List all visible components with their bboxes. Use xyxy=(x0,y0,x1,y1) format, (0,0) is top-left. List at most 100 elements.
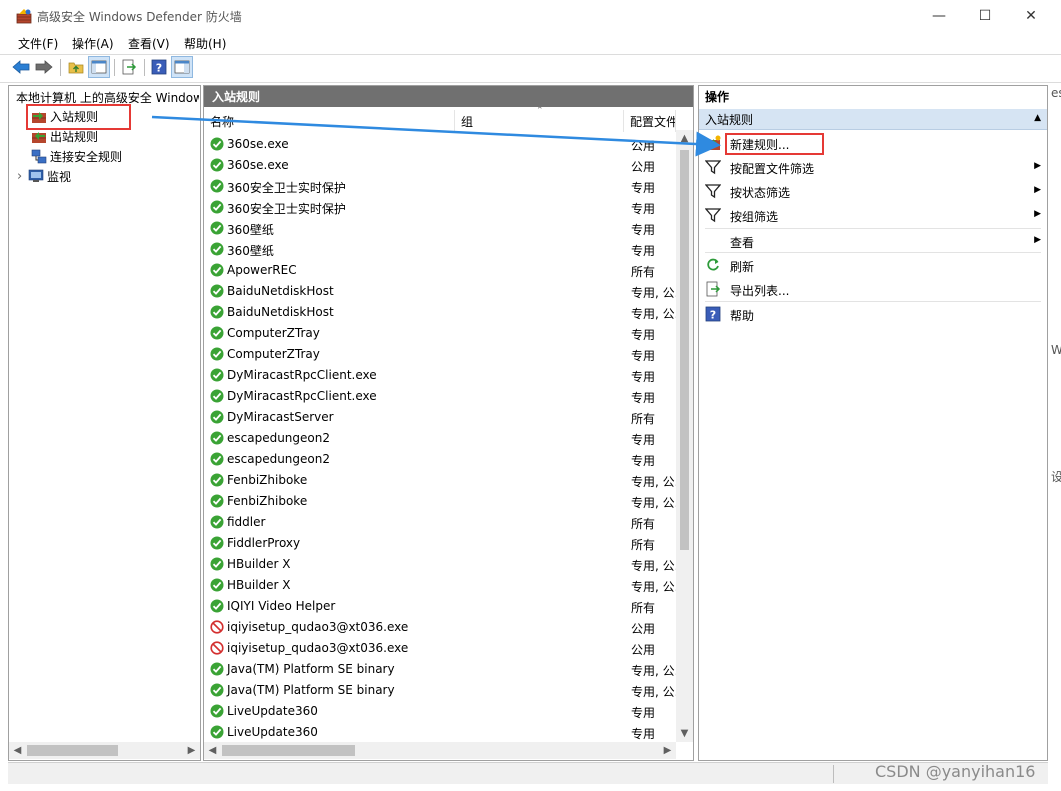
help-button[interactable]: ? xyxy=(148,56,170,78)
table-row[interactable]: Java(TM) Platform SE binary 专用, 公... xyxy=(204,659,676,680)
action-item[interactable]: 按配置文件筛选 ▶ xyxy=(699,156,1047,178)
menu-help[interactable]: 帮助(H) xyxy=(184,35,226,52)
table-row[interactable]: FenbiZhiboke 专用, 公... xyxy=(204,491,676,512)
table-row[interactable]: DyMiracastServer 所有 xyxy=(204,407,674,428)
table-row[interactable]: 360安全卫士实时保护 专用 xyxy=(204,197,674,218)
rule-name: 360壁纸 xyxy=(227,223,274,237)
maximize-button[interactable]: ☐ xyxy=(962,0,1008,32)
svg-text:?: ? xyxy=(710,309,716,322)
actions-section-header[interactable]: 入站规则 ▲ xyxy=(699,109,1047,130)
scroll-down-icon[interactable]: ▼ xyxy=(676,725,693,742)
action-label: 按组筛选 xyxy=(730,210,779,224)
rule-profile: 专用, 公... xyxy=(631,664,676,678)
rule-profile: 专用, 公... xyxy=(631,685,676,699)
tree-horizontal-scrollbar[interactable]: ◀ ▶ xyxy=(9,742,200,759)
action-item[interactable]: 按组筛选 ▶ xyxy=(699,204,1047,226)
table-row[interactable]: 360se.exe 公用 xyxy=(204,134,674,155)
menu-action[interactable]: 操作(A) xyxy=(72,35,114,52)
menu-file[interactable]: 文件(F) xyxy=(18,35,58,52)
actions-section-label: 入站规则 xyxy=(705,112,754,127)
table-row[interactable]: LiveUpdate360 专用 xyxy=(204,701,674,722)
show-hide-action-pane-button[interactable] xyxy=(171,56,193,78)
tree-item-connection-security-rules[interactable]: 连接安全规则 xyxy=(31,147,122,165)
block-icon xyxy=(210,620,224,634)
action-label: 刷新 xyxy=(730,260,755,274)
up-folder-button[interactable] xyxy=(65,56,87,78)
scroll-right-icon[interactable]: ▶ xyxy=(183,742,200,759)
action-item[interactable]: ? 帮助 xyxy=(699,303,1047,325)
action-item[interactable]: 按状态筛选 ▶ xyxy=(699,180,1047,202)
scroll-left-icon[interactable]: ◀ xyxy=(9,742,26,759)
submenu-arrow-icon: ▶ xyxy=(1034,209,1041,219)
table-row[interactable]: 360安全卫士实时保护 专用 xyxy=(204,176,674,197)
export-icon xyxy=(706,281,721,297)
action-item[interactable]: 导出列表... xyxy=(699,278,1047,300)
new-rule-icon xyxy=(706,135,721,150)
rules-horizontal-scrollbar[interactable]: ◀ ▶ xyxy=(204,742,676,759)
action-item[interactable]: 查看 ▶ xyxy=(699,230,1047,252)
action-label: 按配置文件筛选 xyxy=(730,162,815,176)
action-item[interactable]: 刷新 xyxy=(699,254,1047,276)
sort-ascending-icon: ⌃ xyxy=(536,106,544,116)
table-row[interactable]: 360壁纸 专用 xyxy=(204,218,674,239)
table-row[interactable]: fiddler 所有 xyxy=(204,512,674,533)
maximize-icon: ☐ xyxy=(978,8,992,24)
scroll-thumb[interactable] xyxy=(222,745,355,756)
highlight-inbound-rules xyxy=(26,104,131,130)
table-row[interactable]: HBuilder X 专用, 公... xyxy=(204,554,676,575)
tree-item-monitoring[interactable]: › 监视 xyxy=(17,167,71,185)
allow-check-icon xyxy=(210,578,224,592)
action-separator xyxy=(705,301,1041,302)
table-row[interactable]: DyMiracastRpcClient.exe 专用 xyxy=(204,365,674,386)
menu-view[interactable]: 查看(V) xyxy=(128,35,170,52)
scroll-left-icon[interactable]: ◀ xyxy=(204,742,221,759)
table-row[interactable]: BaiduNetdiskHost 专用, 公... xyxy=(204,302,676,323)
rules-vertical-scrollbar[interactable]: ▲ ▼ xyxy=(676,130,693,742)
table-row[interactable]: 360se.exe 公用 xyxy=(204,155,674,176)
collapse-section-icon[interactable]: ▲ xyxy=(1034,113,1041,123)
allow-check-icon xyxy=(210,284,224,298)
table-row[interactable]: LiveUpdate360 专用 xyxy=(204,722,674,742)
table-row[interactable]: FenbiZhiboke 专用, 公... xyxy=(204,470,676,491)
rules-list-panel: 入站规则 名称 组 ⌃ 配置文件 360se.exe 公用 360se.exe 公用 3… xyxy=(203,85,694,761)
rule-profile: 专用 xyxy=(631,202,656,216)
table-row[interactable]: iqiyisetup_qudao3@xt036.exe 公用 xyxy=(204,617,674,638)
table-row[interactable]: escapedungeon2 专用 xyxy=(204,428,674,449)
scroll-thumb[interactable] xyxy=(680,150,689,550)
back-button[interactable] xyxy=(10,56,32,78)
rule-profile: 专用 xyxy=(631,328,656,342)
allow-check-icon xyxy=(210,599,224,613)
table-row[interactable]: ComputerZTray 专用 xyxy=(204,323,674,344)
rule-name: FenbiZhiboke xyxy=(227,494,308,508)
column-header-name[interactable]: 名称 xyxy=(204,110,455,132)
scroll-right-icon[interactable]: ▶ xyxy=(659,742,676,759)
window-title: 高级安全 Windows Defender 防火墙 xyxy=(37,10,242,24)
table-row[interactable]: 360壁纸 专用 xyxy=(204,239,674,260)
table-row[interactable]: escapedungeon2 专用 xyxy=(204,449,674,470)
rules-pane-title: 入站规则 xyxy=(204,86,693,107)
table-row[interactable]: IQIYI Video Helper 所有 xyxy=(204,596,674,617)
scroll-thumb[interactable] xyxy=(27,745,118,756)
table-row[interactable]: FiddlerProxy 所有 xyxy=(204,533,674,554)
scroll-up-icon[interactable]: ▲ xyxy=(676,130,693,147)
minimize-button[interactable]: — xyxy=(916,0,962,32)
action-label: 导出列表... xyxy=(730,284,790,298)
forward-button[interactable] xyxy=(33,56,55,78)
close-button[interactable]: ✕ xyxy=(1008,0,1054,32)
outbound-rules-icon xyxy=(32,132,46,143)
table-row[interactable]: BaiduNetdiskHost 专用, 公... xyxy=(204,281,676,302)
table-row[interactable]: iqiyisetup_qudao3@xt036.exe 公用 xyxy=(204,638,674,659)
connection-security-icon xyxy=(31,149,47,164)
firewall-app-icon xyxy=(16,9,32,24)
table-row[interactable]: Java(TM) Platform SE binary 专用, 公... xyxy=(204,680,676,701)
column-header-profile[interactable]: 配置文件 xyxy=(624,110,676,132)
table-row[interactable]: ComputerZTray 专用 xyxy=(204,344,674,365)
export-button[interactable] xyxy=(118,56,140,78)
show-hide-tree-button[interactable] xyxy=(88,56,110,78)
table-row[interactable]: HBuilder X 专用, 公... xyxy=(204,575,676,596)
rule-profile: 公用 xyxy=(631,160,656,174)
rule-profile: 专用, 公... xyxy=(631,307,676,321)
table-row[interactable]: ApowerREC 所有 xyxy=(204,260,674,281)
table-row[interactable]: DyMiracastRpcClient.exe 专用 xyxy=(204,386,674,407)
tree-expand-chevron-icon[interactable]: › xyxy=(17,169,28,184)
